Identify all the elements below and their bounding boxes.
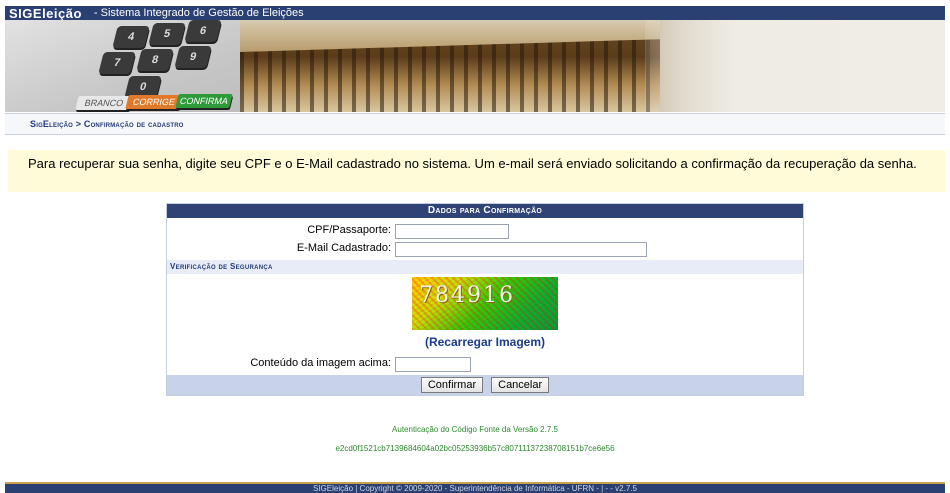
info-message: Para recuperar sua senha, digite seu CPF…: [8, 150, 945, 192]
source-auth-title: Autenticação do Código Fonte da Versão 2…: [392, 425, 558, 434]
captcha-image: 784916: [412, 277, 558, 330]
form-caption: Dados para Confirmação: [167, 204, 803, 218]
footer-bar: SIGEleição | Copyright © 2009-2020 - Sup…: [5, 482, 945, 493]
correct-key: CORRIGE: [125, 95, 183, 109]
reload-image-link[interactable]: (Recarregar Imagem): [167, 335, 803, 349]
keypad-key: 9: [174, 46, 212, 68]
email-row: E-Mail Cadastrado:: [167, 239, 803, 257]
breadcrumb: SigEleição > Confirmação de cadastro: [30, 119, 184, 129]
cancel-button[interactable]: Cancelar: [491, 377, 550, 393]
banner-fade: [645, 20, 945, 112]
confirm-button[interactable]: Confirmar: [420, 377, 484, 393]
security-section-header: Verificação de Segurança: [167, 260, 803, 274]
captcha-input[interactable]: [395, 356, 471, 372]
form-buttons: Confirmar Cancelar: [167, 375, 803, 395]
keypad-key: 5: [148, 23, 186, 45]
cpf-input[interactable]: [395, 223, 509, 239]
keypad-key: 8: [136, 49, 174, 71]
cpf-row: CPF/Passaporte:: [167, 221, 803, 239]
confirmation-form: Dados para Confirmação CPF/Passaporte: E…: [166, 203, 804, 396]
email-label: E-Mail Cadastrado:: [296, 242, 391, 254]
white-key: BRANCO: [75, 96, 133, 110]
app-brand: SIGEleição: [9, 6, 82, 20]
voting-machine-keypad-image: 4 5 6 7 8 9 0 BRANCO CORRIGE CONFIRMA: [5, 20, 240, 112]
source-auth-hash: e2cd0f1521cb7139684604a02bc05253936b57c8…: [335, 444, 615, 453]
cpf-label: CPF/Passaporte:: [307, 224, 391, 236]
top-header-bar: SIGEleição - Sistema Integrado de Gestão…: [5, 6, 945, 20]
header-banner: 4 5 6 7 8 9 0 BRANCO CORRIGE CONFIRMA: [5, 20, 945, 112]
captcha-code: 784916: [419, 283, 515, 308]
confirm-key: CONFIRMA: [175, 94, 233, 108]
captcha-input-row: Conteúdo da imagem acima:: [167, 354, 803, 372]
breadcrumb-bar: SigEleição > Confirmação de cadastro: [5, 113, 945, 135]
keypad-key: 7: [98, 52, 136, 74]
app-subtitle: - Sistema Integrado de Gestão de Eleiçõe…: [93, 7, 304, 19]
captcha-label: Conteúdo da imagem acima:: [250, 357, 391, 369]
keypad-key: 6: [184, 20, 222, 42]
email-input[interactable]: [395, 241, 647, 257]
captcha-area: 784916 (Recarregar Imagem): [167, 274, 803, 349]
keypad-key: 4: [112, 26, 150, 48]
